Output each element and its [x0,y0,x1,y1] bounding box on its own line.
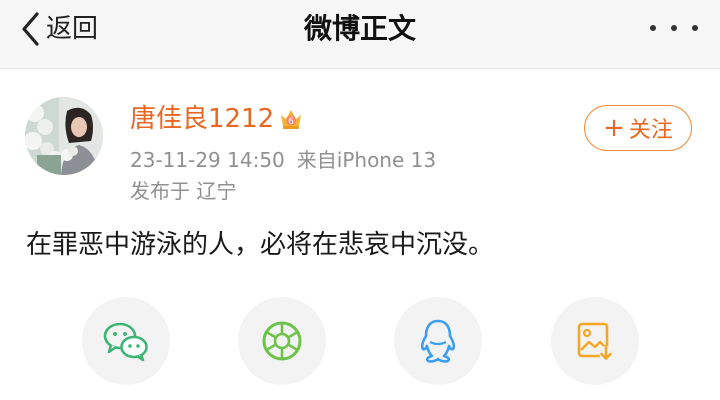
badge-level: 6 [288,117,294,127]
author-name-row[interactable]: 唐佳良1212 6 [130,102,304,136]
more-dot [671,25,677,31]
post-location: 发布于 辽宁 [130,179,237,203]
follow-label: 关注 [628,118,673,143]
share-qq-button[interactable] [394,297,482,385]
crown-badge-icon: 6 [281,110,302,129]
follow-button[interactable]: + 关注 [584,105,692,151]
post-meta: 23-11-29 14:50 来自iPhone 13 [130,147,436,173]
more-options-button[interactable] [650,18,698,38]
more-dot [650,25,656,31]
page-title: 微博正文 [303,12,416,45]
more-dot [692,25,698,31]
top-nav-bar: 返回 微博正文 [0,0,720,69]
avatar[interactable] [25,97,103,175]
save-image-icon [577,322,613,360]
moments-icon [262,321,302,361]
post-detail-page: 返回 微博正文 唐佳良1212 6 23-11-29 14:50 来自iPhon… [0,0,720,400]
wechat-icon [103,322,148,362]
plus-icon: + [603,113,625,143]
post-text: 在罪恶中游泳的人，必将在悲哀中沉没。 [26,230,495,260]
share-moments-button[interactable] [238,297,326,385]
post-source: 来自iPhone 13 [296,148,437,172]
share-wechat-button[interactable] [82,297,170,385]
share-save-image-button[interactable] [551,297,639,385]
post-timestamp: 23-11-29 14:50 [130,148,285,172]
author-name: 唐佳良1212 [130,104,275,134]
avatar-image [25,97,103,175]
qq-icon [420,319,456,363]
